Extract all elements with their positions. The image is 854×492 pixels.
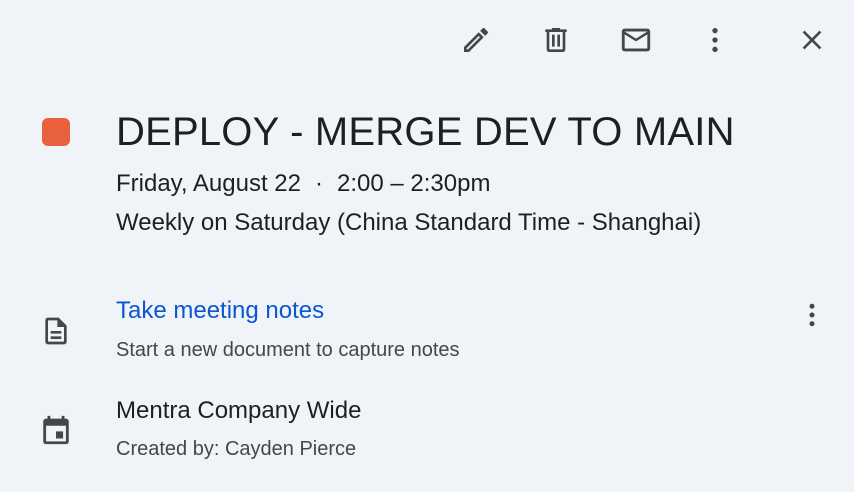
calendar-name: Mentra Company Wide — [116, 397, 362, 424]
envelope-icon — [621, 28, 651, 52]
event-details-card: DEPLOY - MERGE DEV TO MAIN Friday, Augus… — [0, 0, 854, 492]
event-color-chip — [42, 118, 70, 146]
event-datetime: Friday, August 22 · 2:00 – 2:30pm — [116, 168, 490, 200]
calendar-icon — [36, 410, 76, 450]
edit-event-button[interactable] — [454, 18, 498, 62]
more-options-button[interactable] — [693, 18, 737, 62]
pencil-icon — [464, 27, 489, 52]
take-meeting-notes-link[interactable]: Take meeting notes — [116, 295, 324, 327]
delete-event-button[interactable] — [534, 18, 578, 62]
event-date: Friday, August 22 — [116, 170, 301, 197]
calendar-creator: Created by: Cayden Pierce — [116, 438, 357, 460]
notes-more-options-button[interactable] — [790, 293, 834, 337]
event-title: DEPLOY - MERGE DEV TO MAIN — [116, 110, 735, 154]
vertical-dots-icon — [809, 303, 815, 327]
close-button[interactable] — [790, 18, 834, 62]
event-time: 2:00 – 2:30pm — [337, 170, 491, 197]
notes-subtitle: Start a new document to capture notes — [116, 339, 460, 361]
trash-icon — [545, 28, 567, 52]
close-icon — [802, 30, 822, 50]
event-toolbar — [0, 18, 854, 62]
vertical-dots-icon — [712, 28, 718, 52]
email-guests-button[interactable] — [614, 18, 658, 62]
datetime-separator: · — [315, 170, 323, 197]
document-icon — [36, 311, 76, 351]
event-recurrence: Weekly on Saturday (China Standard Time … — [116, 209, 702, 236]
